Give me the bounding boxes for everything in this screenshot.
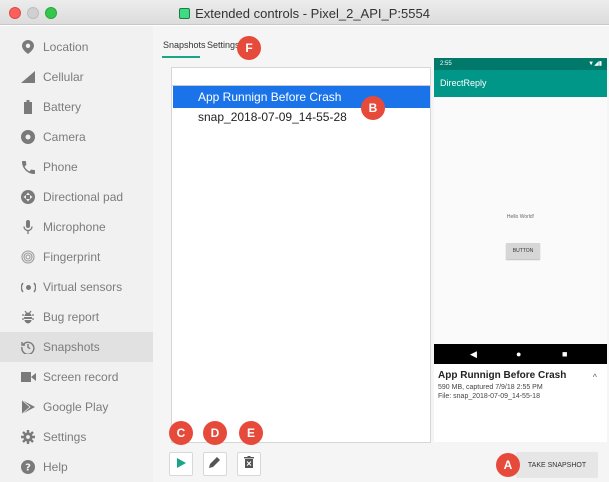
navigation-bar: ◀ ● ■ — [434, 344, 607, 364]
sidebar-item-microphone[interactable]: Microphone — [0, 212, 153, 242]
take-snapshot-button[interactable]: TAKE SNAPSHOT — [516, 452, 598, 478]
google-play-icon — [20, 399, 36, 415]
sidebar-item-directional-pad[interactable]: Directional pad — [0, 182, 153, 212]
preview-button: BUTTON — [506, 243, 540, 259]
hello-text: Hello World! — [506, 214, 535, 220]
window-title: Extended controls - Pixel_2_API_P:5554 — [0, 6, 609, 21]
back-icon: ◀ — [470, 349, 477, 359]
dpad-icon — [20, 189, 36, 205]
status-bar: 2:55 ▼◢▮ — [434, 58, 607, 70]
callout-e: E — [239, 421, 263, 445]
snapshot-details: App Runnign Before Crash 590 MB, capture… — [434, 364, 607, 442]
window-title-text: Extended controls - Pixel_2_API_P:5554 — [195, 6, 430, 21]
sidebar-item-label: Bug report — [43, 310, 100, 324]
snapshot-list: App Runnign Before Crash snap_2018-07-09… — [171, 67, 431, 443]
history-icon — [20, 339, 36, 355]
sidebar-item-bug-report[interactable]: Bug report — [0, 302, 153, 332]
sidebar-item-label: Location — [43, 40, 89, 54]
sensors-icon — [20, 279, 36, 295]
play-icon — [176, 455, 186, 473]
snapshot-details-size: 590 MB, captured 7/9/18 2:55 PM — [438, 384, 543, 391]
active-tab-indicator — [162, 56, 200, 58]
app-bar: DirectReply — [434, 70, 607, 97]
microphone-icon — [20, 219, 36, 235]
sidebar-item-label: Phone — [43, 160, 78, 174]
chevron-up-icon[interactable]: ^ — [593, 372, 597, 382]
delete-snapshot-button[interactable] — [237, 452, 261, 476]
location-pin-icon — [20, 39, 36, 55]
snapshot-details-title: App Runnign Before Crash — [438, 370, 567, 381]
sidebar-item-label: Directional pad — [43, 190, 124, 204]
trash-icon — [244, 455, 254, 473]
sidebar-item-google-play[interactable]: Google Play — [0, 392, 153, 422]
video-camera-icon — [20, 369, 36, 385]
app-title: DirectReply — [440, 78, 487, 88]
sidebar-item-label: Cellular — [43, 70, 84, 84]
sidebar-item-battery[interactable]: Battery — [0, 92, 153, 122]
wifi-battery-icon: ▼◢▮ — [588, 61, 602, 67]
camera-icon — [20, 129, 36, 145]
sidebar: Location Cellular Battery Camera Phone D… — [0, 26, 153, 482]
snapshot-toolbar: TAKE SNAPSHOT — [153, 443, 609, 482]
svg-text:?: ? — [25, 463, 31, 474]
sidebar-item-label: Camera — [43, 130, 86, 144]
sidebar-item-camera[interactable]: Camera — [0, 122, 153, 152]
sidebar-item-virtual-sensors[interactable]: Virtual sensors — [0, 272, 153, 302]
sidebar-item-fingerprint[interactable]: Fingerprint — [0, 242, 153, 272]
gear-icon — [20, 429, 36, 445]
sidebar-item-label: Microphone — [43, 220, 106, 234]
sidebar-item-label: Virtual sensors — [43, 280, 123, 294]
sidebar-item-label: Fingerprint — [43, 250, 101, 264]
phone-icon — [20, 159, 36, 175]
snapshot-list-item[interactable]: App Runnign Before Crash — [173, 86, 430, 108]
sidebar-item-label: Snapshots — [43, 340, 100, 354]
sidebar-item-cellular[interactable]: Cellular — [0, 62, 153, 92]
sidebar-item-settings[interactable]: Settings — [0, 422, 153, 452]
callout-d: D — [203, 421, 227, 445]
title-bar: Extended controls - Pixel_2_API_P:5554 — [0, 0, 609, 25]
battery-icon — [20, 99, 36, 115]
sidebar-item-phone[interactable]: Phone — [0, 152, 153, 182]
sidebar-item-label: Help — [43, 460, 68, 474]
sidebar-item-help[interactable]: ? Help — [0, 452, 153, 482]
sidebar-item-snapshots[interactable]: Snapshots — [0, 332, 153, 362]
sidebar-item-label: Screen record — [43, 370, 119, 384]
emulator-icon — [179, 8, 191, 19]
phone-screen-preview: 2:55 ▼◢▮ DirectReply Hello World! BUTTON… — [434, 58, 607, 364]
pencil-icon — [209, 455, 221, 473]
extended-controls-window: Extended controls - Pixel_2_API_P:5554 L… — [0, 0, 609, 482]
sidebar-item-label: Battery — [43, 100, 82, 114]
bug-icon — [20, 309, 36, 325]
signal-icon — [20, 69, 36, 85]
sidebar-item-location[interactable]: Location — [0, 32, 153, 62]
sidebar-item-label: Settings — [43, 430, 87, 444]
home-icon: ● — [516, 349, 522, 359]
fingerprint-icon — [20, 249, 36, 265]
sidebar-item-label: Google Play — [43, 400, 109, 414]
play-snapshot-button[interactable] — [169, 452, 193, 476]
status-time: 2:55 — [440, 61, 452, 67]
edit-snapshot-button[interactable] — [203, 452, 227, 476]
help-icon: ? — [20, 459, 36, 475]
snapshot-details-file: File: snap_2018-07-09_14-55-18 — [438, 393, 540, 400]
recent-apps-icon: ■ — [562, 349, 568, 359]
callout-c: C — [169, 421, 193, 445]
snapshot-list-item[interactable]: snap_2018-07-09_14-55-28 — [173, 106, 430, 128]
tab-settings[interactable]: Settings — [207, 40, 240, 50]
callout-f: F — [237, 36, 261, 60]
callout-a: A — [496, 453, 520, 477]
sidebar-item-screen-record[interactable]: Screen record — [0, 362, 153, 392]
tab-snapshots[interactable]: Snapshots — [163, 40, 206, 50]
callout-b: B — [361, 96, 385, 120]
